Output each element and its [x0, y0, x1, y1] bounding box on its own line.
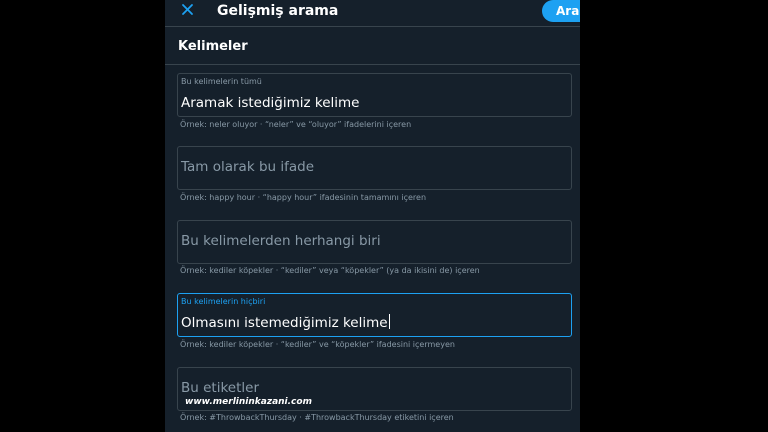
section-title: Kelimeler [178, 39, 248, 54]
field-label: Bu kelimelerin hiçbiri [181, 297, 266, 306]
header-divider [165, 26, 580, 27]
field-hint: Örnek: kediler köpekler · “kediler” veya… [180, 266, 480, 275]
header-bar: Gelişmiş arama Ara [165, 0, 580, 24]
none-words-field[interactable]: Bu kelimelerin hiçbiri Olmasını istemedi… [177, 293, 572, 337]
search-button[interactable]: Ara [542, 0, 580, 22]
field-placeholder: Bu kelimelerden herhangi biri [181, 233, 381, 249]
field-value: Aramak istediğimiz kelime [181, 95, 360, 111]
field-label: Bu kelimelerin tümü [181, 77, 262, 86]
text-caret [388, 314, 390, 329]
field-hint: Örnek: neler oluyor · “neler” ve “oluyor… [180, 120, 412, 129]
section-divider [165, 64, 580, 65]
field-placeholder: Tam olarak bu ifade [181, 159, 315, 175]
field-value-text: Olmasını istemediğimiz kelime [181, 315, 388, 331]
field-hint: Örnek: #ThrowbackThursday · #ThrowbackTh… [180, 413, 454, 422]
any-words-field[interactable]: Bu kelimelerden herhangi biri [177, 220, 572, 264]
exact-phrase-field[interactable]: Tam olarak bu ifade [177, 146, 572, 190]
advanced-search-panel: Gelişmiş arama Ara Kelimeler Bu kelimele… [165, 0, 580, 432]
field-hint: Örnek: happy hour · “happy hour” ifadesi… [180, 193, 427, 202]
field-hint: Örnek: kediler köpekler · “kediler” ve “… [180, 340, 455, 349]
page-title: Gelişmiş arama [217, 3, 339, 19]
field-value: Olmasını istemediğimiz kelime [181, 314, 390, 332]
watermark: www.merlininkazani.com [185, 397, 312, 407]
close-icon[interactable] [179, 1, 197, 19]
all-words-field[interactable]: Bu kelimelerin tümü Aramak istediğimiz k… [177, 73, 572, 117]
